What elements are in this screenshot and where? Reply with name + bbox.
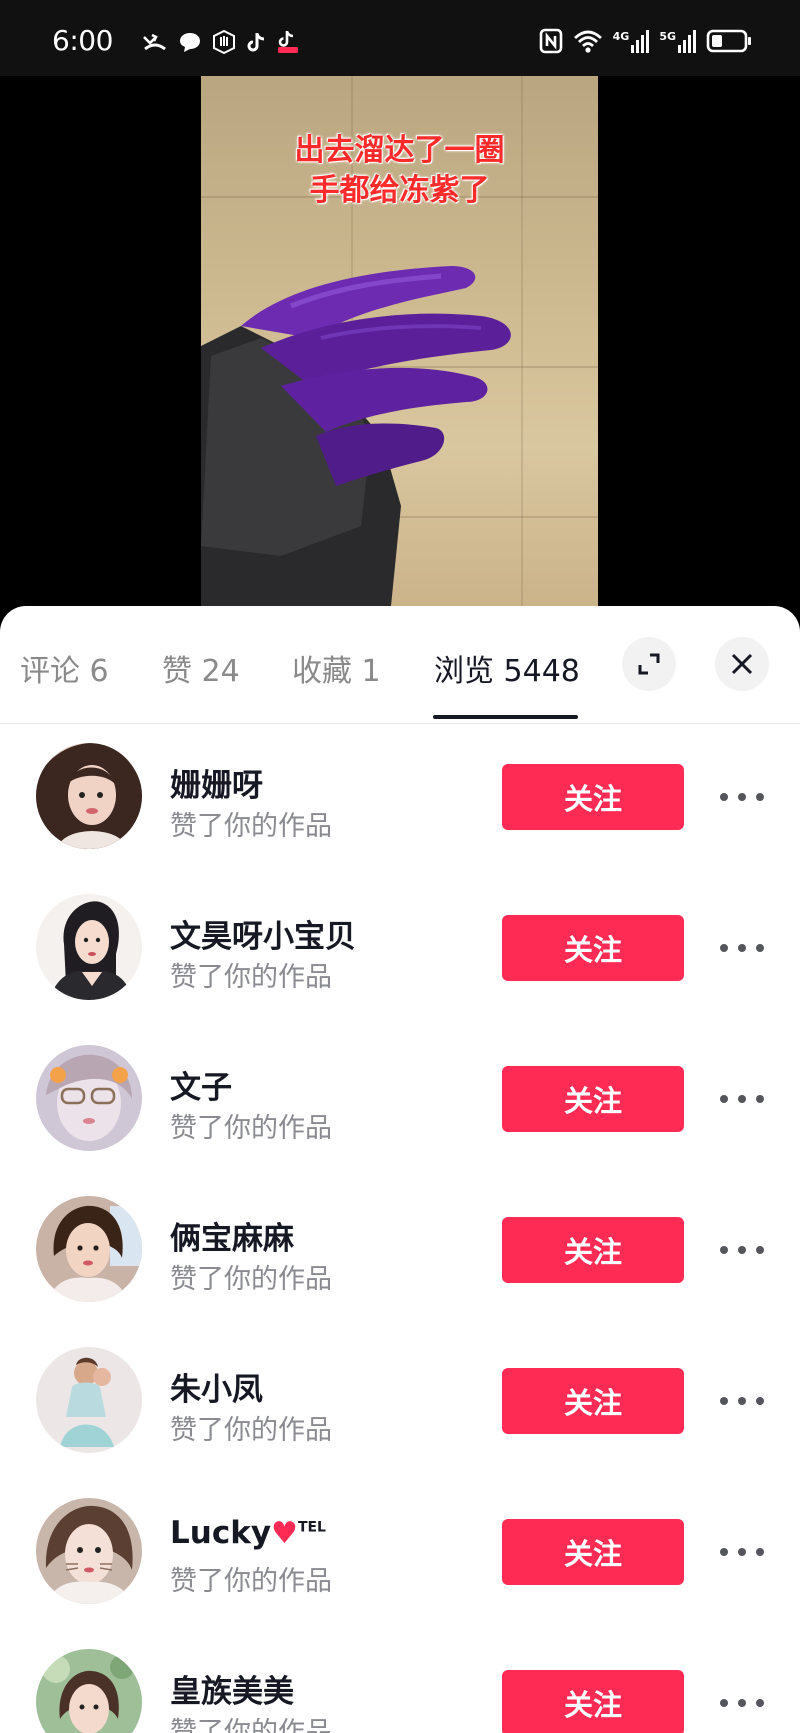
tab-views[interactable]: 浏览 5448 xyxy=(434,646,580,690)
expand-button[interactable] xyxy=(622,637,676,691)
network-label-5g: 5G xyxy=(659,29,676,43)
more-options-icon[interactable] xyxy=(720,1388,764,1414)
follow-button[interactable]: 关注 xyxy=(502,764,684,830)
tiktok-lite-icon xyxy=(278,31,298,53)
tab-likes[interactable]: 赞 24 xyxy=(162,646,240,690)
more-options-icon[interactable] xyxy=(720,784,764,810)
video-caption-line2: 手都给冻紫了 xyxy=(309,173,490,208)
activity-text: 赞了你的作品 xyxy=(170,1415,332,1446)
wifi-icon xyxy=(573,30,602,53)
activity-text: 赞了你的作品 xyxy=(170,1264,332,1295)
chat-bubble-icon xyxy=(180,33,200,52)
follow-button[interactable]: 关注 xyxy=(502,1066,684,1132)
nfc-icon xyxy=(539,28,562,54)
follow-button[interactable]: 关注 xyxy=(502,1217,684,1283)
hand-icon xyxy=(213,30,235,54)
activity-text: 赞了你的作品 xyxy=(170,811,332,842)
missed-call-icon xyxy=(143,33,166,51)
user-name[interactable]: 文昊呀小宝贝 xyxy=(170,911,356,956)
avatar[interactable] xyxy=(36,894,142,1000)
network-label-4g: 4G xyxy=(612,29,630,43)
expand-icon xyxy=(638,653,660,675)
more-options-icon[interactable] xyxy=(720,1539,764,1565)
user-name[interactable]: Lucky♥TEL xyxy=(170,1515,326,1551)
video-player[interactable]: 出去溜达了一圈 手都给冻紫了 xyxy=(0,76,800,606)
close-button[interactable] xyxy=(715,637,769,691)
more-options-icon[interactable] xyxy=(720,1086,764,1112)
list-item[interactable]: 姗姗呀 赞了你的作品 关注 xyxy=(0,724,800,875)
list-item[interactable]: Lucky♥TEL 赞了你的作品 关注 xyxy=(0,1479,800,1630)
status-left-icons xyxy=(142,30,300,54)
heart-icon: ♥ xyxy=(271,1516,298,1551)
status-time: 6:00 xyxy=(52,24,113,57)
user-name-text: Lucky xyxy=(170,1515,272,1551)
more-options-icon[interactable] xyxy=(720,1690,764,1716)
viewers-sheet: 评论 6 赞 24 收藏 1 浏览 5448 姗姗呀 赞了你的作品 关注 文昊呀 xyxy=(0,606,800,1733)
activity-text: 赞了你的作品 xyxy=(170,1566,332,1597)
tab-comments[interactable]: 评论 6 xyxy=(20,646,109,690)
avatar[interactable] xyxy=(36,1498,142,1604)
name-suffix: TEL xyxy=(297,1519,326,1536)
avatar[interactable] xyxy=(36,1196,142,1302)
close-icon xyxy=(731,653,753,675)
avatar[interactable] xyxy=(36,1347,142,1453)
user-name[interactable]: 俩宝麻麻 xyxy=(170,1213,294,1258)
follow-button[interactable]: 关注 xyxy=(502,915,684,981)
user-name[interactable]: 皇族美美 xyxy=(170,1666,294,1711)
more-options-icon[interactable] xyxy=(720,935,764,961)
viewer-list: 姗姗呀 赞了你的作品 关注 文昊呀小宝贝 赞了你的作品 关注 文子 赞了你的作品… xyxy=(0,724,800,1733)
list-item[interactable]: 文昊呀小宝贝 赞了你的作品 关注 xyxy=(0,875,800,1026)
status-right-icons: 4G 5G xyxy=(539,28,752,54)
signal-4g-icon: 4G xyxy=(612,29,650,53)
more-options-icon[interactable] xyxy=(720,1237,764,1263)
status-bar: 6:00 4G 5G xyxy=(0,0,800,76)
activity-text: 赞了你的作品 xyxy=(170,962,332,993)
avatar[interactable] xyxy=(36,1045,142,1151)
user-name[interactable]: 文子 xyxy=(170,1062,232,1107)
follow-button[interactable]: 关注 xyxy=(502,1670,684,1733)
list-item[interactable]: 俩宝麻麻 赞了你的作品 关注 xyxy=(0,1177,800,1328)
activity-text: 赞了你的作品 xyxy=(170,1113,332,1144)
follow-button[interactable]: 关注 xyxy=(502,1519,684,1585)
list-item[interactable]: 文子 赞了你的作品 关注 xyxy=(0,1026,800,1177)
video-caption-line1: 出去溜达了一圈 xyxy=(294,133,505,168)
active-tab-indicator xyxy=(433,715,578,719)
user-name[interactable]: 姗姗呀 xyxy=(170,760,263,805)
list-item[interactable]: 朱小凤 赞了你的作品 关注 xyxy=(0,1328,800,1479)
user-name[interactable]: 朱小凤 xyxy=(170,1364,263,1409)
video-frame: 出去溜达了一圈 手都给冻紫了 xyxy=(201,76,598,606)
battery-icon xyxy=(706,29,751,53)
list-item[interactable]: 皇族美美 赞了你的作品 关注 xyxy=(0,1630,800,1733)
follow-button[interactable]: 关注 xyxy=(502,1368,684,1434)
avatar[interactable] xyxy=(36,743,142,849)
tiktok-icon xyxy=(247,33,265,52)
tab-favorites[interactable]: 收藏 1 xyxy=(292,646,381,690)
signal-5g-icon: 5G xyxy=(659,29,696,53)
tab-bar: 评论 6 赞 24 收藏 1 浏览 5448 xyxy=(0,606,800,724)
avatar[interactable] xyxy=(36,1649,142,1733)
activity-text: 赞了你的作品 xyxy=(170,1717,332,1733)
